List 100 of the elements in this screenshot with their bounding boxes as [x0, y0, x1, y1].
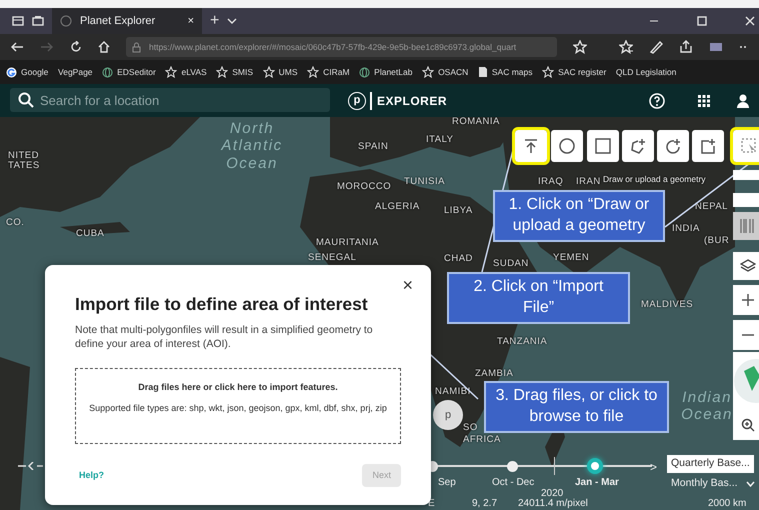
draw-tool-button[interactable] [551, 130, 583, 162]
bookmark-link[interactable]: Google [6, 66, 48, 78]
extension-icon[interactable] [709, 42, 723, 52]
star-icon[interactable] [573, 40, 587, 54]
country-label: TATES [8, 159, 40, 173]
timeline-label[interactable]: Oct - Dec [492, 475, 534, 490]
globe-icon [102, 66, 114, 78]
bookmark-link[interactable]: OSACN [422, 66, 468, 78]
bookmark-link[interactable]: SAC maps [478, 66, 533, 78]
bookmark-link[interactable]: QLD Legislation [616, 66, 676, 78]
globe-icon [734, 356, 759, 406]
timeline-left-arrow-icon[interactable] [18, 462, 44, 470]
country-label: MAURITANIA [316, 236, 379, 250]
tabs-icon[interactable] [12, 15, 24, 27]
logo-mark: p [348, 92, 366, 110]
bookmark-link[interactable]: eLVAS [165, 66, 207, 78]
square-icon [595, 138, 611, 154]
country-label: SENEGAL [308, 251, 356, 265]
more-icon[interactable] [739, 45, 749, 49]
url-text: https://www.planet.com/explorer/#/mosaic/060c47b7-57fb-429e-9e5b-bee1c89c6973.global_quart [149, 40, 518, 54]
draw-tool-button[interactable] [622, 130, 654, 162]
close-button[interactable]: × [396, 271, 419, 300]
bookmark-link[interactable]: SAC register [542, 66, 606, 78]
tab-preview-icon[interactable] [32, 15, 44, 27]
timeline-label[interactable]: Jan - Mar [575, 475, 619, 490]
draw-tool-button[interactable] [733, 130, 759, 162]
chevron-down-icon [746, 480, 755, 487]
timeline-label[interactable]: Sep [438, 475, 456, 490]
country-label: CO. [6, 216, 24, 230]
maximize-icon[interactable] [697, 16, 707, 26]
circle-plus-icon [665, 138, 681, 154]
tab-title: Planet Explorer [80, 14, 156, 29]
user-icon[interactable] [737, 94, 749, 108]
star-icon [307, 66, 320, 78]
document-icon [478, 66, 488, 78]
share-icon[interactable] [679, 40, 693, 54]
country-label: (BUR [704, 234, 730, 248]
new-tab-button[interactable]: + [210, 9, 220, 33]
country-label: NITED [8, 149, 39, 161]
timeline-next-arrow[interactable]: > [650, 458, 658, 476]
dialog-title: Import file to define area of interest [75, 293, 369, 316]
star-icon [165, 66, 178, 78]
bookmark-link[interactable]: CIRaM [307, 66, 350, 78]
draw-tool-button[interactable] [587, 130, 619, 162]
country-label: INDIA [672, 222, 700, 236]
search-field[interactable]: Search for a location [10, 88, 330, 112]
status-text: 9, 2.7 [472, 497, 498, 510]
globe-icon [359, 66, 370, 78]
country-label: NAMIBI [435, 385, 471, 399]
browser-tab[interactable]: Planet Explorer × [52, 8, 202, 34]
zoom-in-button[interactable] [733, 285, 759, 315]
star-icon [262, 66, 275, 78]
google-icon [6, 66, 17, 78]
country-label: CHAD [444, 252, 473, 266]
basemap-thumbnail[interactable] [733, 212, 759, 240]
address-bar[interactable]: https://www.planet.com/explorer/#/mosaic/060c47b7-57fb-429e-9e5b-bee1c89c6973.global_quart [126, 37, 557, 57]
favorites-icon[interactable] [619, 40, 633, 54]
bookmark-link[interactable]: EDSeditor [102, 66, 156, 78]
mosaic-option[interactable]: Monthly Bas... [667, 475, 759, 493]
country-label: CUBA [76, 227, 104, 241]
lock-icon [132, 42, 141, 52]
star-icon [542, 66, 554, 78]
polygon-plus-icon [630, 138, 646, 154]
bookmark-link[interactable]: SMIS [216, 66, 254, 78]
drop-zone-hint: Supported file types are: shp, wkt, json, geojson, gpx, kml, dbf, shx, prj, zip [88, 402, 388, 416]
country-label: TUNISIA [404, 175, 445, 189]
back-arrow-icon[interactable] [10, 41, 24, 53]
draw-tool-button[interactable] [515, 130, 547, 162]
country-label: IRAN [576, 175, 601, 189]
selection-icon [741, 138, 757, 154]
home-icon[interactable] [98, 41, 110, 53]
country-label: SPAIN [358, 140, 388, 154]
bookmark-link[interactable]: PlanetLab [359, 66, 412, 78]
dialog-note: Note that multi-polygonfiles will result in a simplified geometry to define your area of interest (AOI). [74, 323, 374, 352]
star-icon [422, 66, 434, 78]
layers-button[interactable] [733, 252, 759, 280]
country-label: LIBYA [444, 204, 473, 218]
draw-tool-button[interactable] [657, 130, 689, 162]
timeline-dot[interactable] [587, 458, 603, 474]
square-plus-icon [700, 138, 716, 154]
draw-tool-button[interactable] [692, 130, 724, 162]
country-label: ITALY [426, 133, 454, 147]
apps-grid-icon[interactable] [697, 94, 711, 108]
country-label: TANZANIA [497, 335, 548, 349]
close-icon[interactable] [745, 16, 755, 26]
file-drop-zone[interactable]: Drag files here or click here to import features. Supported file types are: shp, wkt, json, geojson, gpx, kml, dbf, shx, prj, zip [75, 368, 401, 444]
zoom-search-button[interactable] [733, 410, 759, 440]
chevron-down-icon[interactable] [227, 17, 238, 25]
bookmark-link[interactable]: VegPage [58, 66, 93, 78]
layers-icon [740, 258, 756, 274]
pen-icon[interactable] [649, 40, 663, 54]
tab-close[interactable]: × [188, 12, 194, 30]
refresh-icon[interactable] [70, 41, 82, 53]
country-label: SO [463, 421, 478, 435]
timeline-dot[interactable] [506, 460, 518, 472]
bookmark-link[interactable]: UMS [262, 66, 298, 78]
country-label: IRAQ [538, 175, 564, 189]
zoom-search-icon [741, 418, 755, 432]
help-icon[interactable] [649, 92, 665, 108]
mosaic-option[interactable]: Quarterly Base... [667, 455, 754, 473]
